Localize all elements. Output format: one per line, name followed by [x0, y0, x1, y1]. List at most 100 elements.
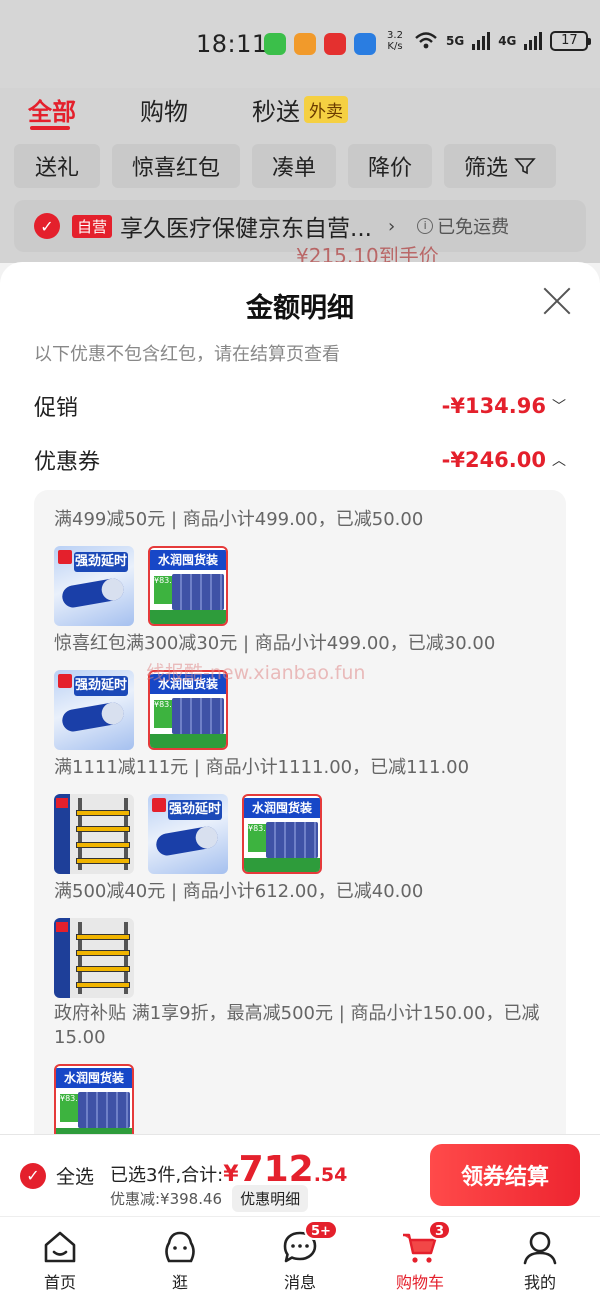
promo-label: 促销 [34, 396, 79, 421]
shop-check-icon[interactable]: ✓ [34, 213, 60, 239]
battery-icon: 17 [550, 31, 592, 51]
total-integer: 712 [238, 1149, 314, 1190]
select-all[interactable]: ✓ 全选 [20, 1162, 94, 1189]
chevron-down-icon: ﹀ [552, 399, 566, 415]
signal-bars-icon [524, 32, 543, 50]
watermark: 线报酷-new.xianbao.fun [146, 662, 366, 684]
wifi-icon [415, 32, 437, 49]
filter-button[interactable]: 筛选 [444, 144, 557, 188]
product-thumb-box[interactable]: 水润囤货装 ¥83.5 [148, 546, 228, 626]
product-thumbs: 水润囤货装 ¥83.5 [54, 1064, 134, 1134]
selected-count-label: 已选3件,合计: [110, 1165, 224, 1186]
status-bar: 18:11 3.2 K/s 5G 4G 17 [0, 0, 600, 88]
total-decimal: .54 [313, 1164, 348, 1186]
coupon-rule: 满500减40元 | 商品小计612.00，已减40.00 [54, 881, 424, 902]
coupon-rule: 满499减50元 | 商品小计499.00，已减50.00 [54, 509, 424, 530]
product-thumbs: 强劲延时 水润囤货装 ¥83.5 [54, 546, 228, 626]
status-indicators: 3.2 K/s 5G 4G 17 [384, 30, 592, 52]
discount-amount: 优惠减:¥398.46 [110, 1190, 223, 1208]
product-thumbs [54, 918, 134, 998]
tab-instant[interactable]: 秒送 外卖 [252, 92, 348, 127]
pill-thumb-label: 强劲延时 [168, 800, 222, 820]
coupon-rule: 满1111减111元 | 商品小计1111.00，已减111.00 [54, 757, 470, 778]
filter-price-drop[interactable]: 降价 [348, 144, 433, 188]
network-speed: 3.2 K/s [387, 30, 403, 52]
select-all-check-icon[interactable]: ✓ [20, 1162, 46, 1189]
nav-profile[interactable]: 我的 [480, 1217, 600, 1300]
promo-amount-value: -¥134.96 [441, 394, 546, 418]
selected-total: 已选3件,合计:¥712.54 [110, 1149, 347, 1190]
signal-4g-label: 4G [498, 34, 517, 48]
box-thumb-price: ¥83.5 [248, 824, 271, 852]
discount-info: 优惠减:¥398.46 优惠明细 [110, 1185, 309, 1212]
product-thumb-pill[interactable]: 强劲延时 [54, 670, 134, 750]
box-thumb-price: ¥83.5 [154, 576, 177, 604]
gift-app-icon [294, 33, 316, 55]
nav-browse-label: 逛 [171, 1273, 188, 1292]
info-icon: i [417, 218, 434, 234]
tab-all[interactable]: 全部 [28, 92, 76, 127]
promo-row[interactable]: 促销 -¥134.96 ﹀ [34, 390, 566, 422]
nav-cart-label: 购物车 [395, 1273, 444, 1292]
nav-home[interactable]: 首页 [0, 1217, 120, 1300]
product-thumb-box[interactable]: 水润囤货装 ¥83.5 [242, 794, 322, 874]
filter-combine-order[interactable]: 凑单 [252, 144, 337, 188]
chevron-right-icon: › [387, 215, 396, 237]
profile-icon [523, 1231, 557, 1265]
product-thumb-box[interactable]: 水润囤货装 ¥83.5 [54, 1064, 134, 1134]
free-shipping: i 已免运费 [417, 213, 509, 239]
cart-badge: 3 [428, 1220, 452, 1240]
coupon-label: 优惠券 [34, 450, 101, 475]
nav-message[interactable]: 5+ 消息 [240, 1217, 360, 1300]
product-thumb-rack[interactable] [54, 918, 134, 998]
product-thumbs: 强劲延时 水润囤货装 ¥83.5 [54, 794, 322, 874]
tab-instant-label: 秒送 [252, 98, 300, 126]
home-icon [44, 1231, 76, 1263]
promo-amount: -¥134.96 ﹀ [442, 394, 566, 418]
checkout-summary-bar: ✓ 全选 已选3件,合计:¥712.54 优惠减:¥398.46 优惠明细 领券… [0, 1134, 600, 1216]
box-thumb-price: ¥83.5 [154, 700, 177, 728]
filter-surprise-hongbao[interactable]: 惊喜红包 [112, 144, 241, 188]
tab-shopping[interactable]: 购物 [140, 92, 188, 127]
nav-message-label: 消息 [283, 1273, 316, 1292]
coupon-rule: 惊喜红包满300减30元 | 商品小计499.00，已减30.00 [54, 633, 496, 654]
coupon-row[interactable]: 优惠券 -¥246.00 ︿ [34, 444, 566, 476]
amount-detail-sheet: 金额明细 以下优惠不包含红包，请在结算页查看 促销 -¥134.96 ﹀ 优惠券 … [0, 262, 600, 1134]
nav-browse[interactable]: 逛 [120, 1217, 240, 1300]
cart-tabs: 全部 购物 秒送 外卖 [0, 88, 600, 138]
product-thumb-pill[interactable]: 强劲延时 [54, 546, 134, 626]
coupon-amount-value: -¥246.00 [441, 448, 546, 472]
product-thumb-pill[interactable]: 强劲延时 [148, 794, 228, 874]
funnel-icon [514, 158, 536, 175]
coupon-detail-box: 满499减50元 | 商品小计499.00，已减50.00 强劲延时 水润囤货装… [34, 490, 566, 1134]
box-thumb-label: 水润囤货装 [150, 550, 226, 570]
signal-bars-icon [472, 32, 491, 50]
coupon-rule: 政府补贴 满1享9折，最高减500元 | 商品小计150.00，已减15.00 [54, 1003, 540, 1048]
product-thumb-rack[interactable] [54, 794, 134, 874]
nav-cart[interactable]: 3 购物车 [360, 1217, 480, 1300]
box-thumb-price: ¥83.5 [60, 1094, 83, 1122]
phone-app-icon [264, 33, 286, 55]
message-badge: 5+ [304, 1220, 338, 1240]
coupon-amount: -¥246.00 ︿ [442, 448, 566, 472]
shop-name[interactable]: 享久医疗保健京东自营... [120, 209, 372, 243]
close-icon[interactable] [542, 286, 572, 316]
filter-label: 筛选 [464, 156, 509, 181]
red-app-icon [324, 33, 346, 55]
robot-app-icon [354, 33, 376, 55]
self-operated-tag: 自营 [72, 214, 113, 238]
filter-chips: 送礼 惊喜红包 凑单 降价 筛选 [14, 144, 557, 188]
bottom-nav: 首页 逛 5+ 消息 3 购物车 我的 [0, 1216, 600, 1300]
filter-gift[interactable]: 送礼 [14, 144, 100, 188]
discount-detail-button[interactable]: 优惠明细 [232, 1185, 309, 1212]
total-currency: ¥ [223, 1162, 239, 1187]
free-shipping-label: 已免运费 [437, 217, 510, 238]
browse-icon [165, 1231, 195, 1263]
discount-note: 以下优惠不包含红包，请在结算页查看 [34, 344, 340, 365]
chevron-up-icon: ︿ [552, 453, 566, 469]
nav-profile-label: 我的 [523, 1273, 556, 1292]
pill-thumb-label: 强劲延时 [74, 676, 128, 696]
box-thumb-label: 水润囤货装 [244, 798, 320, 818]
signal-5g-label: 5G [446, 34, 465, 48]
checkout-button[interactable]: 领券结算 [430, 1144, 580, 1206]
